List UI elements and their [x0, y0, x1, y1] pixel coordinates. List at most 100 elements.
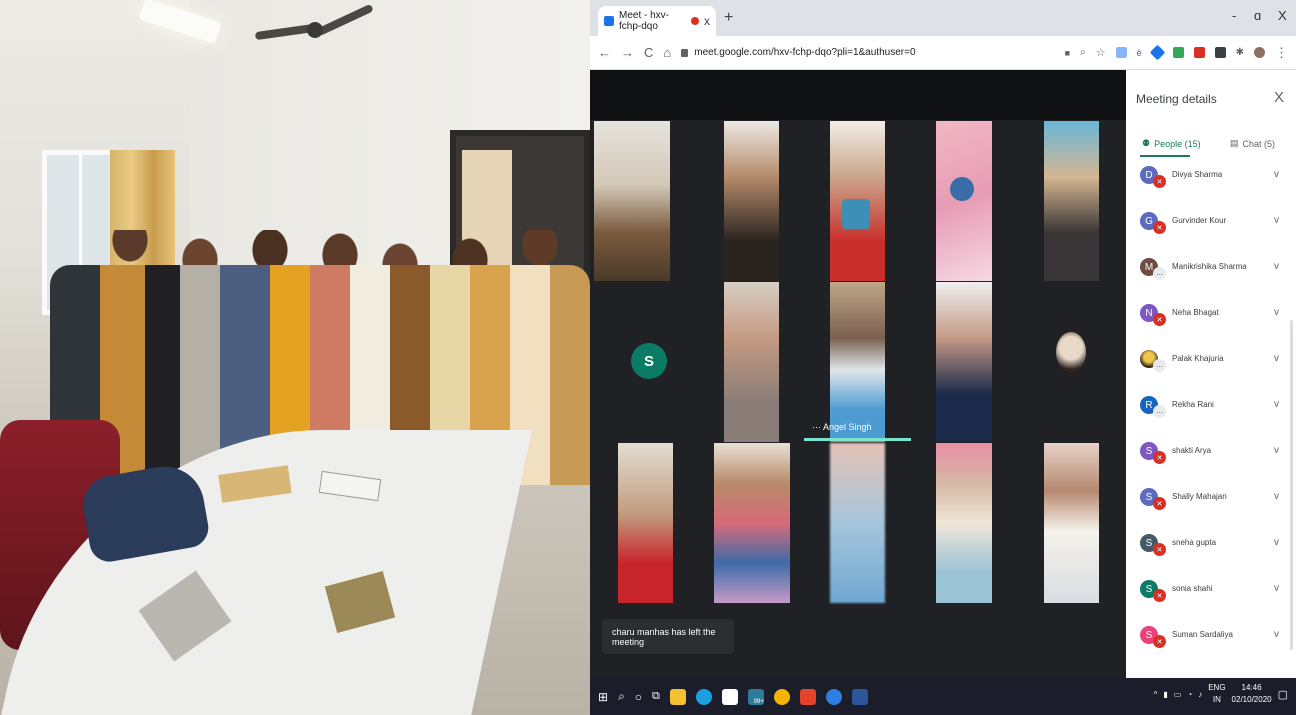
chevron-down-icon[interactable]: v	[1274, 169, 1279, 180]
extension-icon[interactable]	[1172, 47, 1184, 58]
chevron-down-icon[interactable]: v	[1274, 583, 1279, 594]
camera-icon[interactable]: ■	[1065, 48, 1070, 58]
chat-icon: ▤	[1230, 138, 1239, 148]
chrome-icon[interactable]	[773, 688, 790, 705]
participant-name: Manikrishika Sharma	[1172, 262, 1247, 271]
tab-chat[interactable]: ▤ Chat (5)	[1230, 138, 1275, 149]
video-tile[interactable]	[830, 443, 885, 603]
mic-off-icon: ✕	[1153, 589, 1166, 602]
extension-icon[interactable]	[1193, 47, 1205, 58]
tab-people[interactable]: ⚉ People (15)	[1142, 138, 1201, 149]
tab-bar: Meet - hxv-fchp-dqo x + - ɑ X	[590, 0, 1296, 36]
participant-row[interactable]: S ✕ Suman Sardaliya v	[1126, 622, 1296, 668]
speaker-name-label: ⋯ Angel Singh	[812, 422, 872, 432]
url-field[interactable]: meet.google.com/hxv-fchp-dqo?pli=1&authu…	[681, 47, 1054, 58]
new-tab-button[interactable]: +	[724, 9, 733, 27]
video-tile[interactable]	[1044, 121, 1099, 281]
participant-row[interactable]: S ✕ sneha gupta v	[1126, 530, 1296, 576]
minimize-button[interactable]: -	[1232, 8, 1236, 23]
file-explorer-icon[interactable]	[669, 688, 686, 705]
participant-row[interactable]: S ✕ sonia shahi v	[1126, 576, 1296, 622]
wifi-icon[interactable]: ◔	[1187, 690, 1192, 699]
chevron-down-icon[interactable]: v	[1274, 445, 1279, 456]
participant-list: D ✕ Divya Sharma v G ✕ Gurvinder Kour v …	[1126, 160, 1296, 678]
chevron-down-icon[interactable]: v	[1274, 215, 1279, 226]
video-tile[interactable]	[830, 121, 885, 281]
video-tile[interactable]	[830, 282, 885, 442]
mic-off-icon: ✕	[1153, 497, 1166, 510]
chevron-down-icon[interactable]: v	[1274, 307, 1279, 318]
windows-start-icon[interactable]: ⊞	[598, 690, 608, 704]
app-badge-count: 99+	[753, 698, 764, 705]
extension-icon[interactable]	[1149, 44, 1165, 61]
photo-ceiling-fan	[254, 3, 375, 41]
back-icon[interactable]: ←	[598, 45, 611, 60]
video-tile[interactable]	[1044, 322, 1099, 402]
office-icon[interactable]	[799, 688, 816, 705]
video-tile[interactable]	[724, 121, 779, 281]
translate-icon[interactable]: ȇ	[1137, 48, 1142, 58]
video-tile[interactable]	[618, 443, 673, 603]
participant-row[interactable]: … Palak Khajuria v	[1126, 346, 1296, 392]
notification-icon[interactable]: ▢	[1278, 688, 1288, 701]
chevron-down-icon[interactable]: v	[1274, 399, 1279, 410]
extension-icon[interactable]	[1214, 47, 1226, 58]
maximize-button[interactable]: ɑ	[1254, 8, 1261, 23]
tab-meet[interactable]: Meet - hxv-fchp-dqo x	[598, 6, 716, 36]
video-tile[interactable]	[936, 443, 992, 603]
window-close-button[interactable]: X	[1278, 8, 1287, 23]
panel-close-button[interactable]: X	[1274, 89, 1284, 106]
app-badge-icon[interactable]: 99+	[747, 688, 764, 705]
chevron-down-icon[interactable]: v	[1274, 491, 1279, 502]
battery-icon[interactable]: ▭	[1174, 690, 1182, 699]
video-stage: S ⋯ Angel Singh charu manhas has left th…	[590, 70, 1126, 678]
forward-icon[interactable]: →	[621, 45, 634, 60]
windows-taskbar: ⊞ ⌕ ○ ⧉ 99+ ^ ▮ ▭ ◔ ♪ ENG IN 14:46 02/10/2…	[590, 678, 1296, 715]
participant-row[interactable]: G ✕ Gurvinder Kour v	[1126, 208, 1296, 254]
zoom-icon[interactable]: ⌕	[1080, 47, 1086, 58]
menu-kebab-icon[interactable]: ⋮	[1275, 45, 1288, 61]
lang-label: ENG	[1208, 683, 1226, 692]
extension-icon[interactable]	[1115, 47, 1127, 58]
panel-scrollbar[interactable]	[1290, 320, 1293, 650]
chevron-down-icon[interactable]: v	[1274, 537, 1279, 548]
date-label: 02/10/2020	[1231, 695, 1272, 704]
mic-off-icon: ✕	[1153, 313, 1166, 326]
participant-row[interactable]: D ✕ Divya Sharma v	[1126, 162, 1296, 208]
store-icon[interactable]	[721, 688, 738, 705]
participant-row[interactable]: N ✕ Neha Bhagat v	[1126, 300, 1296, 346]
word-icon[interactable]	[851, 688, 868, 705]
home-icon[interactable]: ⌂	[663, 45, 671, 60]
bookmark-star-icon[interactable]: ☆	[1096, 46, 1106, 59]
mic-off-icon: ✕	[1153, 175, 1166, 188]
chevron-down-icon[interactable]: v	[1274, 261, 1279, 272]
clock[interactable]: 14:46 02/10/2020	[1232, 682, 1272, 706]
video-tile[interactable]	[936, 282, 992, 442]
task-view-icon[interactable]: ⧉	[652, 690, 660, 703]
video-tile[interactable]: S	[594, 282, 696, 442]
search-icon[interactable]: ⌕	[618, 689, 625, 704]
extensions-puzzle-icon[interactable]: ✱	[1236, 47, 1244, 58]
language-indicator[interactable]: ENG IN	[1208, 682, 1225, 706]
profile-avatar[interactable]	[1254, 47, 1265, 58]
chevron-down-icon[interactable]: v	[1274, 353, 1279, 364]
participant-row[interactable]: M … Manikrishika Sharma v	[1126, 254, 1296, 300]
video-tile[interactable]	[936, 121, 992, 281]
cortana-icon[interactable]: ○	[635, 690, 642, 704]
reload-icon[interactable]: C	[644, 45, 653, 60]
volume-icon[interactable]: ♪	[1198, 690, 1202, 699]
video-tile[interactable]	[1044, 443, 1099, 603]
video-tile[interactable]	[724, 282, 779, 442]
edge-icon[interactable]	[695, 688, 712, 705]
participant-row[interactable]: S ✕ Shally Mahajan v	[1126, 484, 1296, 530]
chevron-down-icon[interactable]: v	[1274, 629, 1279, 640]
tab-close-icon[interactable]: x	[704, 14, 710, 28]
participant-row[interactable]: S ✕ shakti Arya v	[1126, 438, 1296, 484]
usb-icon[interactable]: ▮	[1163, 690, 1167, 699]
more-dots-icon: …	[1153, 267, 1166, 280]
chevron-up-icon[interactable]: ^	[1154, 690, 1158, 699]
app-icon[interactable]	[825, 688, 842, 705]
video-tile[interactable]	[594, 121, 670, 281]
video-tile[interactable]	[714, 443, 790, 603]
participant-row[interactable]: R … Rekha Rani v	[1126, 392, 1296, 438]
